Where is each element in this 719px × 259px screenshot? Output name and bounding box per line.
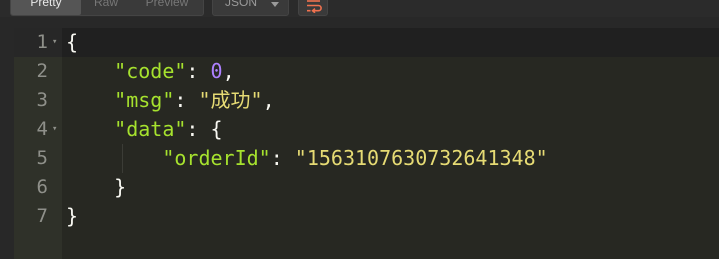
wrap-lines-button[interactable] — [298, 0, 328, 16]
code-token: , — [262, 88, 275, 112]
line-number: 7 — [36, 205, 48, 227]
code-token: , — [222, 59, 235, 83]
active-line-highlight — [62, 28, 719, 57]
code-line: } — [66, 202, 78, 231]
tab-preview[interactable]: Preview — [131, 0, 203, 15]
response-viewer: Pretty Raw Preview JSON 1 2 3 4 5 6 7 ▾ — [0, 0, 719, 259]
code-token: "成功" — [198, 88, 263, 112]
tab-raw[interactable]: Raw — [81, 0, 131, 15]
code-token: "data" — [114, 117, 187, 141]
tab-pretty[interactable]: Pretty — [11, 0, 81, 15]
chevron-down-icon — [271, 2, 279, 7]
line-number: 5 — [36, 147, 48, 169]
code-line: } — [66, 173, 126, 202]
code-token: : — [174, 88, 199, 112]
format-dropdown-value: JSON — [225, 0, 258, 9]
line-number: 1 — [36, 31, 48, 53]
line-number: 2 — [36, 60, 48, 82]
code-editor[interactable]: 1 2 3 4 5 6 7 ▾ ▾ { "code": 0, "msg": "成… — [14, 28, 719, 259]
code-token: } — [66, 175, 127, 199]
code-token: 0 — [210, 59, 223, 83]
code-line: "orderId": "1563107630732641348" — [66, 144, 548, 173]
line-number: 3 — [36, 89, 48, 111]
code-token: : { — [186, 117, 223, 141]
response-toolbar: Pretty Raw Preview JSON — [0, 0, 719, 17]
code-line: "code": 0, — [66, 57, 235, 86]
code-token: } — [66, 204, 79, 228]
line-number: 6 — [36, 176, 48, 198]
fold-arrow-icon[interactable]: ▾ — [52, 28, 60, 57]
code-line: { — [66, 28, 78, 57]
format-dropdown[interactable]: JSON — [212, 0, 289, 16]
fold-arrow-icon[interactable]: ▾ — [52, 115, 60, 144]
line-number: 4 — [36, 118, 48, 140]
code-token: "orderId" — [162, 146, 271, 170]
code-token: { — [66, 30, 79, 54]
code-line: "msg": "成功", — [66, 86, 275, 115]
wrap-text-icon — [307, 0, 322, 13]
code-token: : — [186, 59, 211, 83]
code-token: : — [270, 146, 295, 170]
view-mode-tabs: Pretty Raw Preview — [10, 0, 204, 16]
code-token: "code" — [114, 59, 187, 83]
code-token: "1563107630732641348" — [294, 146, 548, 170]
code-line: "data": { — [66, 115, 223, 144]
code-token: "msg" — [114, 88, 175, 112]
